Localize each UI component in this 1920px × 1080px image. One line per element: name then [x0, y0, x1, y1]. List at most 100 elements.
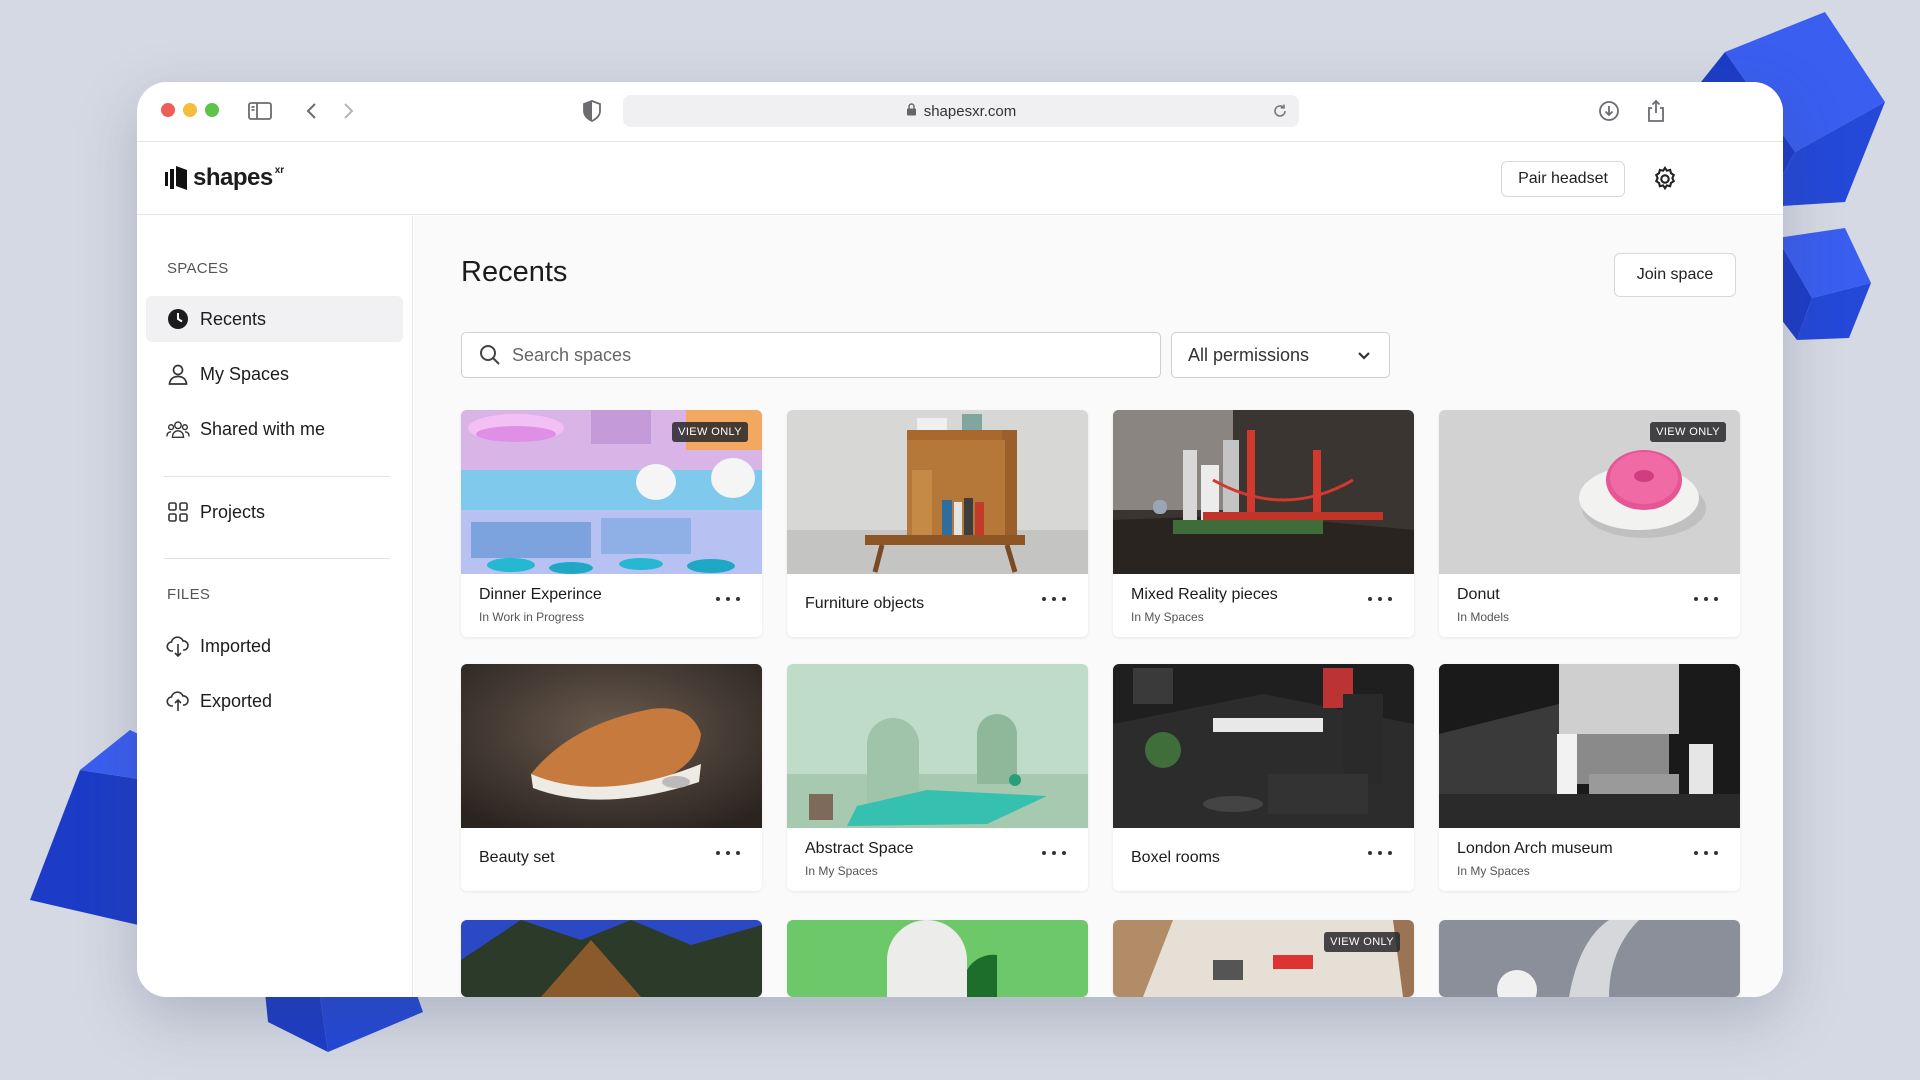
close-window-button[interactable]	[161, 103, 175, 117]
sidebar-item-label: Imported	[200, 635, 272, 656]
card-title: Abstract Space	[805, 840, 914, 857]
back-icon[interactable]	[299, 98, 325, 124]
share-icon[interactable]	[1643, 98, 1669, 124]
view-only-badge: VIEW ONLY	[672, 422, 748, 442]
sidebar-item-shared-with-me[interactable]: Shared with me	[146, 406, 403, 452]
space-card-boxel-rooms[interactable]: Boxel rooms	[1113, 664, 1414, 891]
space-thumbnail	[787, 920, 1088, 997]
more-options-button[interactable]	[716, 846, 740, 860]
grid-icon	[166, 500, 190, 524]
card-title: Furniture objects	[805, 595, 925, 612]
app-header: shapes xr Pair headset	[137, 142, 1783, 215]
permissions-dropdown[interactable]: All permissions	[1171, 332, 1390, 378]
space-card-dinner-experince[interactable]: VIEW ONLY Dinner Experince In Work in Pr…	[461, 410, 762, 637]
reload-icon[interactable]	[1271, 102, 1289, 120]
sidebar-item-label: Projects	[200, 501, 266, 522]
group-icon	[166, 417, 190, 441]
more-options-button[interactable]	[1042, 846, 1066, 860]
sidebar: SPACES Recents My Spaces Shared with me	[137, 216, 413, 997]
space-thumbnail	[461, 664, 762, 828]
more-options-button[interactable]	[1694, 592, 1718, 606]
downloads-icon[interactable]	[1596, 98, 1622, 124]
gear-icon[interactable]	[1651, 165, 1679, 193]
space-thumbnail	[1113, 664, 1414, 828]
sidebar-item-label: My Spaces	[200, 363, 290, 384]
card-title: Beauty set	[479, 849, 555, 866]
sidebar-item-label: Recents	[200, 308, 267, 329]
page-title: Recents	[461, 256, 568, 288]
search-box[interactable]	[461, 332, 1161, 378]
card-title: Donut	[1457, 586, 1500, 603]
logo-text: shapes	[193, 164, 273, 191]
card-subtitle: In My Spaces	[1131, 610, 1204, 624]
sidebar-item-exported[interactable]: Exported	[146, 678, 403, 724]
card-title: London Arch museum	[1457, 840, 1613, 857]
spaces-heading: SPACES	[167, 260, 229, 277]
view-only-badge: VIEW ONLY	[1324, 932, 1400, 952]
space-card-partial[interactable]	[787, 920, 1088, 997]
view-only-badge: VIEW ONLY	[1650, 422, 1726, 442]
sidebar-item-projects[interactable]: Projects	[146, 489, 403, 535]
space-card-furniture-objects[interactable]: Furniture objects	[787, 410, 1088, 637]
card-subtitle: In Work in Progress	[479, 610, 585, 624]
browser-toolbar: shapesxr.com	[137, 82, 1783, 142]
permissions-selected-value: All permissions	[1188, 344, 1310, 365]
sidebar-item-my-spaces[interactable]: My Spaces	[146, 351, 403, 397]
card-title: Mixed Reality pieces	[1131, 586, 1278, 603]
more-options-button[interactable]	[1694, 846, 1718, 860]
space-thumbnail	[787, 410, 1088, 574]
main-content: Recents Join space All permissions	[414, 216, 1783, 997]
forward-icon[interactable]	[335, 98, 361, 124]
shapes-logo-icon	[165, 166, 187, 190]
maximize-window-button[interactable]	[205, 103, 219, 117]
user-icon	[166, 362, 190, 386]
files-heading: FILES	[167, 586, 211, 603]
space-card-donut[interactable]: VIEW ONLY Donut In Models	[1439, 410, 1740, 637]
sidebar-toggle-icon[interactable]	[247, 98, 273, 124]
space-card-abstract-space[interactable]: Abstract Space In My Spaces	[787, 664, 1088, 891]
space-card-partial[interactable]	[1439, 920, 1740, 997]
browser-window: shapesxr.com shapes xr Pair headset SPAC…	[137, 82, 1783, 997]
space-thumbnail	[1113, 410, 1414, 574]
url-text: shapesxr.com	[923, 102, 1017, 120]
space-thumbnail	[787, 664, 1088, 828]
search-input[interactable]	[512, 344, 1132, 366]
space-card-mixed-reality-pieces[interactable]: Mixed Reality pieces In My Spaces	[1113, 410, 1414, 637]
shapesxr-logo[interactable]: shapes xr	[165, 164, 284, 192]
more-options-button[interactable]	[716, 592, 740, 606]
card-subtitle: In My Spaces	[805, 864, 878, 878]
space-thumbnail	[461, 920, 762, 997]
card-title: Dinner Experince	[479, 586, 602, 603]
chevron-down-icon	[1355, 346, 1373, 364]
sidebar-item-label: Shared with me	[200, 418, 326, 439]
card-subtitle: In Models	[1457, 610, 1510, 624]
sidebar-divider	[164, 558, 390, 559]
more-options-button[interactable]	[1368, 592, 1392, 606]
space-card-partial[interactable]	[461, 920, 762, 997]
privacy-shield-icon[interactable]	[579, 98, 605, 124]
search-icon	[478, 343, 502, 367]
sidebar-item-label: Exported	[200, 690, 273, 711]
space-card-partial[interactable]: VIEW ONLY	[1113, 920, 1414, 997]
more-options-button[interactable]	[1368, 846, 1392, 860]
cloud-upload-icon	[166, 689, 190, 713]
space-thumbnail: VIEW ONLY	[461, 410, 762, 574]
space-thumbnail	[1439, 920, 1740, 997]
sidebar-item-recents[interactable]: Recents	[146, 296, 403, 342]
space-thumbnail: VIEW ONLY	[1439, 410, 1740, 574]
address-bar[interactable]: shapesxr.com	[623, 95, 1299, 127]
cloud-download-icon	[166, 634, 190, 658]
more-options-button[interactable]	[1042, 592, 1066, 606]
clock-icon	[166, 307, 190, 331]
space-card-beauty-set[interactable]: Beauty set	[461, 664, 762, 891]
lock-icon	[906, 103, 917, 119]
sidebar-item-imported[interactable]: Imported	[146, 623, 403, 669]
space-thumbnail	[1439, 664, 1740, 828]
space-card-london-arch-museum[interactable]: London Arch museum In My Spaces	[1439, 664, 1740, 891]
minimize-window-button[interactable]	[183, 103, 197, 117]
card-title: Boxel rooms	[1131, 849, 1220, 866]
sidebar-divider	[164, 476, 390, 477]
join-space-button[interactable]: Join space	[1614, 253, 1736, 297]
logo-superscript: xr	[274, 164, 285, 176]
pair-headset-button[interactable]: Pair headset	[1501, 161, 1625, 197]
